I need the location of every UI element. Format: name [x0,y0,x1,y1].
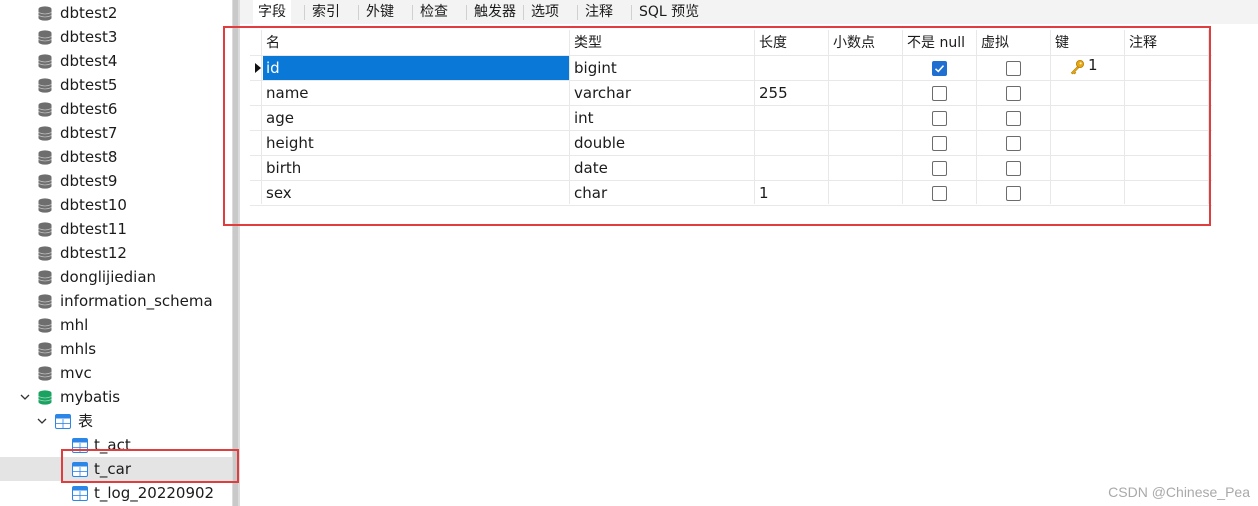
tree-item-database[interactable]: dbtest10 [0,193,232,217]
tree-item-label: 表 [78,412,94,430]
tree-item-database[interactable]: dbtest9 [0,169,232,193]
watermark: CSDN @Chinese_Pea [1108,484,1250,500]
tree-item-database[interactable]: dbtest6 [0,97,232,121]
tab-6[interactable]: 注释 [580,0,618,24]
tab-1[interactable]: 索引 [307,0,345,24]
chevron-down-icon[interactable] [37,416,47,426]
tree-item-database[interactable]: mhl [0,313,232,337]
designer-tabbar: 字段 索引 外键 检查 触发器 选项 注释 SQL 预览 [240,0,1258,24]
tree-item-database[interactable]: mhls [0,337,232,361]
tree-item-label: mhls [60,340,97,358]
tree-item-label: information_schema [60,292,213,310]
tab-separator [358,5,359,20]
tree-item-label: dbtest12 [60,244,127,262]
tree-item-label: mybatis [60,388,121,406]
tree-item-database[interactable]: dbtest8 [0,145,232,169]
tree-item-label: dbtest5 [60,76,118,94]
tab-3[interactable]: 检查 [415,0,453,24]
tree-item-database[interactable]: dbtest2 [0,1,232,25]
tree-item-database[interactable]: information_schema [0,289,232,313]
tab-separator [631,5,632,20]
tree-item-database[interactable]: mvc [0,361,232,385]
tab-7[interactable]: SQL 预览 [634,0,704,24]
fields-highlight-box [223,26,1211,226]
tree-item-tables-folder[interactable]: 表 [0,409,232,433]
tree-item-label: donglijiedian [60,268,157,286]
tree-item-label: dbtest7 [60,124,118,142]
tree-item-label: dbtest9 [60,172,118,190]
tree-item-label: mvc [60,364,92,382]
tab-2[interactable]: 外键 [361,0,399,24]
tree-item-label: dbtest11 [60,220,127,238]
tree-item-database[interactable]: dbtest5 [0,73,232,97]
tab-5[interactable]: 选项 [526,0,564,24]
tree-item-database[interactable]: dbtest7 [0,121,232,145]
tree-item-database[interactable]: dbtest11 [0,217,232,241]
tree-item-label: mhl [60,316,89,334]
tab-4[interactable]: 触发器 [469,0,521,24]
tree-item-database[interactable]: donglijiedian [0,265,232,289]
tab-separator [466,5,467,20]
tree-item-database[interactable]: dbtest12 [0,241,232,265]
tab-0[interactable]: 字段 [253,0,291,24]
tree-item-table[interactable]: t_log_20220902 [0,481,232,505]
tree-item-database[interactable]: mybatis [0,385,232,409]
tree-item-label: t_log_20220902 [94,484,215,502]
tree-item-label: dbtest2 [60,4,118,22]
tree-item-label: dbtest3 [60,28,118,46]
tree-item-database[interactable]: dbtest3 [0,25,232,49]
tree-item-label: dbtest6 [60,100,118,118]
tab-separator [523,5,524,20]
tree-item-label: dbtest4 [60,52,118,70]
tab-separator [412,5,413,20]
tree-item-database[interactable]: dbtest4 [0,49,232,73]
tab-separator [304,5,305,20]
tree-item-label: dbtest10 [60,196,127,214]
tree-item-label: dbtest8 [60,148,118,166]
tab-separator [577,5,578,20]
table-highlight-box [61,449,239,483]
chevron-down-icon[interactable] [20,392,30,402]
navigation-tree: dbtest2 dbtest3 dbtest4 dbtest5 dbtest6 dbtes… [0,0,232,506]
